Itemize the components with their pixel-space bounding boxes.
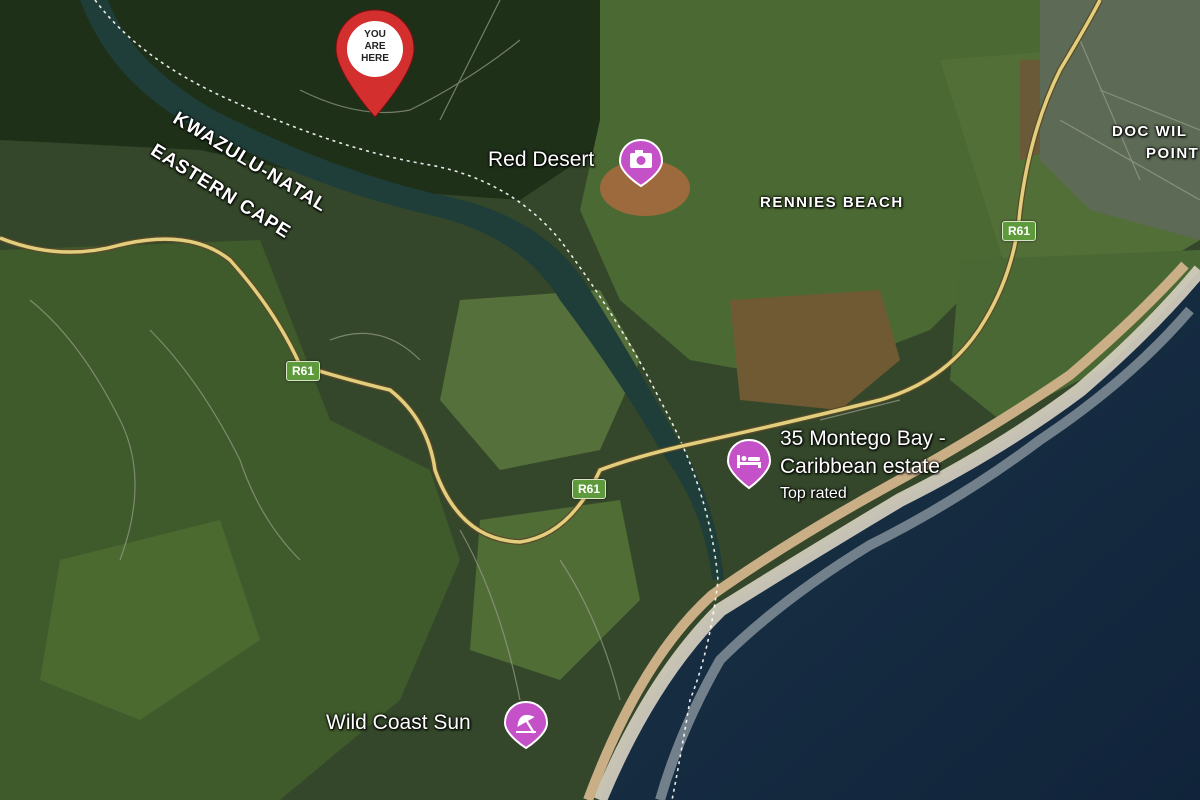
poi-marker-wild-coast-sun[interactable] xyxy=(503,700,549,755)
marker-text-you: YOU xyxy=(364,29,386,40)
area-label-doc-wil: DOC WIL xyxy=(1112,123,1188,140)
poi-label-montego-line1[interactable]: 35 Montego Bay - xyxy=(780,427,946,451)
marker-text-here: HERE xyxy=(361,53,389,64)
poi-label-red-desert[interactable]: Red Desert xyxy=(488,148,594,172)
poi-rating-top-rated: Top rated xyxy=(780,485,847,502)
road-shield-r61: R61 xyxy=(572,479,607,499)
marker-text-are: ARE xyxy=(364,41,386,52)
road-shield-r61: R61 xyxy=(1002,221,1037,241)
poi-marker-montego-bay[interactable] xyxy=(726,438,772,495)
area-label-point: POINT xyxy=(1146,145,1200,162)
poi-label-wild-coast-sun[interactable]: Wild Coast Sun xyxy=(326,711,471,735)
poi-marker-red-desert[interactable] xyxy=(618,138,664,193)
area-label-rennies-beach: RENNIES BEACH xyxy=(760,194,904,211)
map-view[interactable]: KWAZULU-NATAL EASTERN CAPE RENNIES BEACH… xyxy=(0,0,1200,800)
you-are-here-marker[interactable]: YOU ARE HERE xyxy=(332,6,418,121)
poi-label-montego-line2[interactable]: Caribbean estate xyxy=(780,455,940,479)
road-shield-r61: R61 xyxy=(286,361,321,381)
